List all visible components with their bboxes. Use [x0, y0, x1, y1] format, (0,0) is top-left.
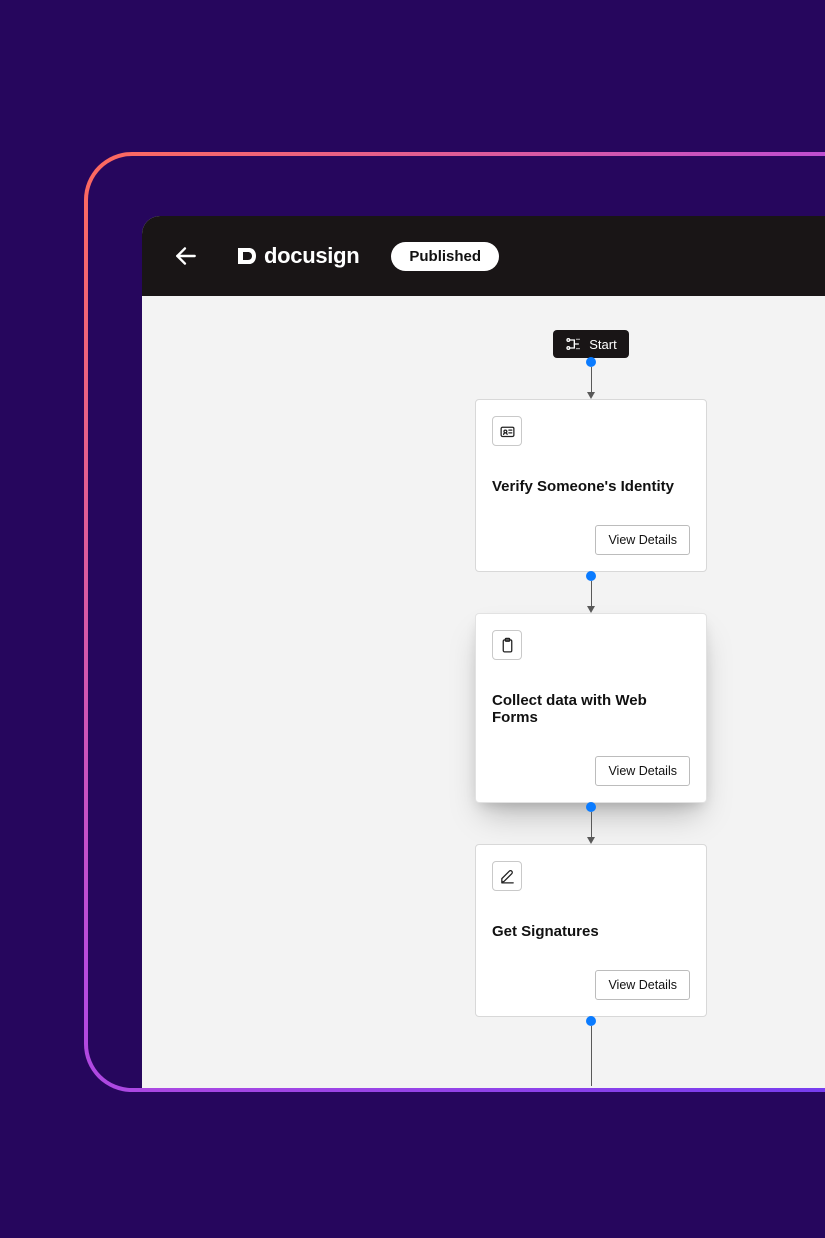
- connector: [586, 803, 596, 844]
- connector-line: [591, 581, 592, 607]
- workflow-step-collect-data[interactable]: Collect data with Web Forms View Details: [475, 613, 707, 803]
- docusign-mark-icon: [234, 244, 258, 268]
- workflow-start-icon: [565, 336, 581, 352]
- app-header: docusign Published: [142, 216, 825, 296]
- connector-arrow-icon: [587, 606, 595, 613]
- device-frame: docusign Published: [84, 152, 825, 1092]
- start-node-label: Start: [589, 337, 616, 352]
- connector-dot: [586, 802, 596, 812]
- workflow-step-verify-identity[interactable]: Verify Someone's Identity View Details: [475, 399, 707, 572]
- workflow-canvas[interactable]: Start: [142, 296, 825, 1088]
- clipboard-icon: [492, 630, 522, 660]
- connector-line: [591, 812, 592, 838]
- connector-line: [591, 1026, 592, 1086]
- connector-line: [591, 367, 592, 393]
- step-title: Get Signatures: [492, 923, 690, 940]
- arrow-left-icon: [173, 243, 199, 269]
- view-details-button[interactable]: View Details: [595, 970, 690, 1000]
- status-badge: Published: [391, 242, 499, 271]
- connector: [586, 1017, 596, 1086]
- connector-dot: [586, 571, 596, 581]
- connector-dot: [586, 1016, 596, 1026]
- app-window: docusign Published: [142, 216, 825, 1088]
- connector: [586, 358, 596, 399]
- device-frame-inner: docusign Published: [88, 156, 825, 1088]
- brand-name: docusign: [264, 243, 359, 269]
- step-actions: View Details: [492, 525, 690, 555]
- id-card-icon: [492, 416, 522, 446]
- step-actions: View Details: [492, 970, 690, 1000]
- step-title: Collect data with Web Forms: [492, 692, 690, 726]
- connector-arrow-icon: [587, 837, 595, 844]
- step-title: Verify Someone's Identity: [492, 478, 690, 495]
- connector: [586, 572, 596, 613]
- view-details-button[interactable]: View Details: [595, 756, 690, 786]
- start-node[interactable]: Start: [553, 330, 628, 358]
- view-details-button[interactable]: View Details: [595, 525, 690, 555]
- connector-dot: [586, 357, 596, 367]
- back-button[interactable]: [170, 240, 202, 272]
- brand-logo: docusign: [234, 243, 359, 269]
- pen-icon: [492, 861, 522, 891]
- workflow-step-get-signatures[interactable]: Get Signatures View Details: [475, 844, 707, 1017]
- step-actions: View Details: [492, 756, 690, 786]
- connector-arrow-icon: [587, 392, 595, 399]
